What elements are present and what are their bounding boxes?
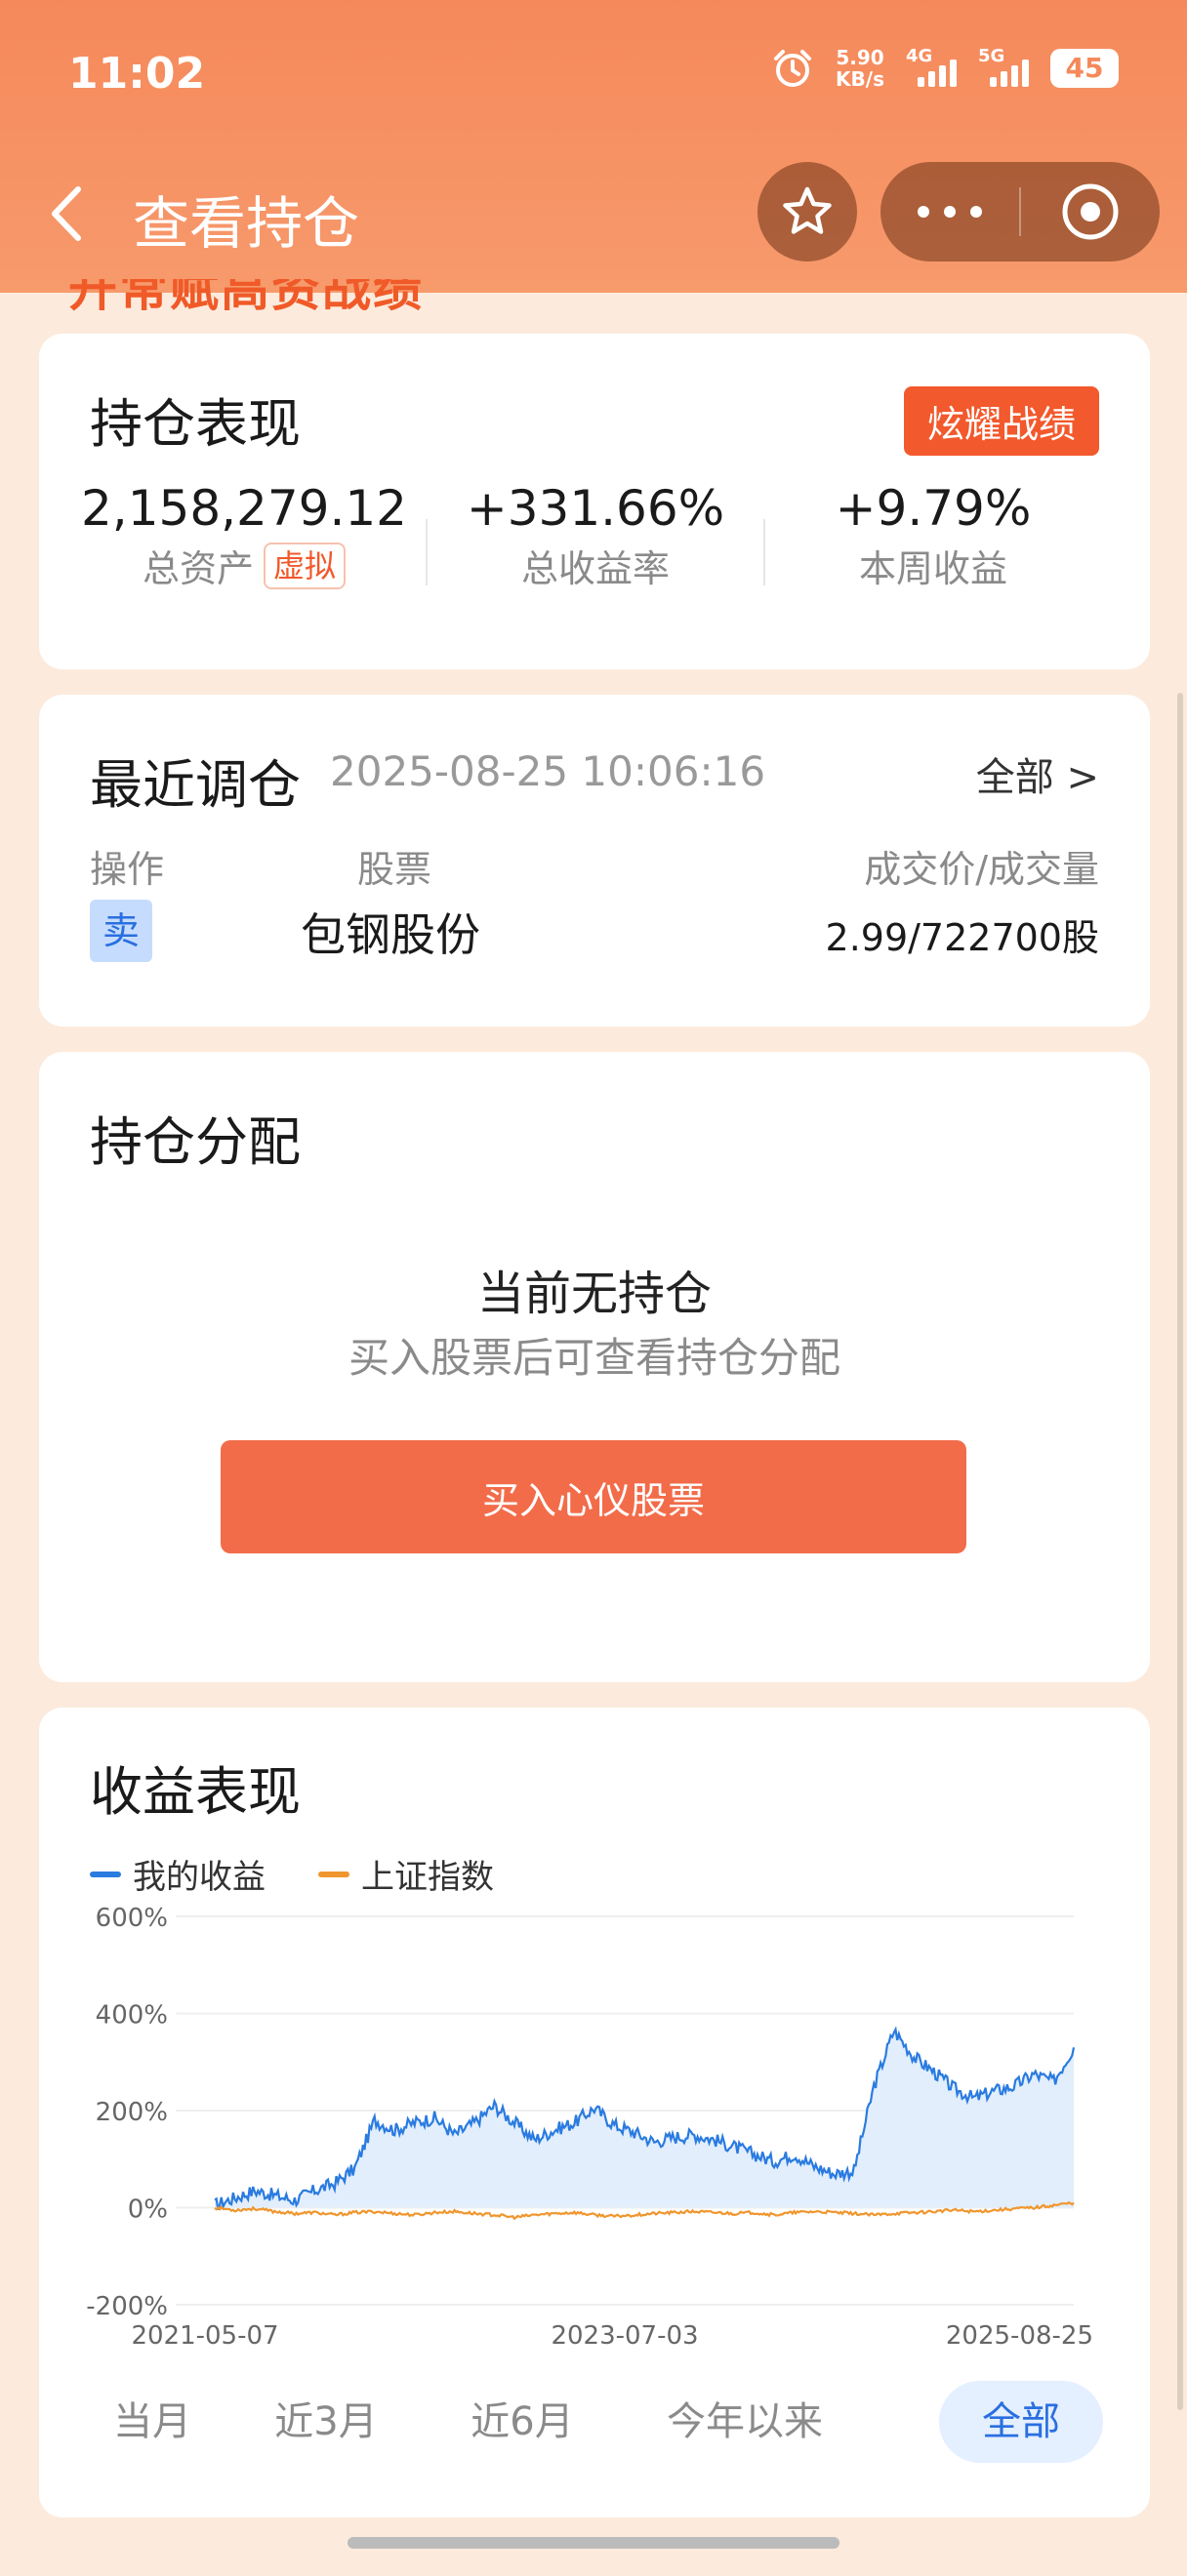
x-tick-label: 2023-07-03	[551, 2321, 698, 2351]
y-tick-label: 600%	[96, 1904, 168, 1933]
more-button[interactable]	[880, 162, 1019, 262]
empty-holdings-title: 当前无持仓	[476, 1267, 712, 1321]
nav-bar: 查看持仓	[0, 156, 1187, 273]
legend-index-label: 上证指数	[361, 1858, 494, 1897]
recent-trade-card: 最近调仓 2025-08-25 10:06:16 全部 > 操作 股票 成交价/…	[39, 695, 1150, 1026]
stat-divider	[426, 519, 428, 585]
virtual-tag: 虚拟	[264, 542, 347, 589]
stock-name[interactable]: 包钢股份	[301, 900, 480, 964]
total-return-label: 总收益率	[520, 547, 670, 590]
total-assets-value: 2,158,279.12	[81, 480, 407, 537]
performance-stats: 2,158,279.12 总资产 虚拟 +331.66% 总收益率 +9.79%…	[39, 480, 1150, 597]
earnings-title: 收益表现	[90, 1761, 301, 1823]
page-title: 查看持仓	[133, 190, 360, 257]
col-stock-header: 股票	[357, 848, 432, 891]
back-arrow-icon[interactable]	[43, 180, 92, 248]
legend-mine: 我的收益	[90, 1850, 266, 1898]
y-tick-label: 200%	[96, 2098, 168, 2127]
total-assets-label: 总资产	[142, 547, 254, 590]
total-assets-label-row: 总资产 虚拟	[78, 539, 410, 592]
week-return-stat: +9.79% 本周收益	[787, 480, 1080, 592]
earnings-card: 收益表现 我的收益 上证指数 600% 400% 200% 0% -200% 2021-0…	[39, 1708, 1150, 2517]
deal-price-volume: 2.99/722700股	[825, 916, 1099, 959]
legend-index: 上证指数	[318, 1850, 494, 1898]
home-indicator[interactable]	[348, 2537, 839, 2549]
tab-3[interactable]: 今年以来	[642, 2381, 847, 2463]
net2-label: 5G	[978, 46, 1005, 66]
sell-tag: 卖	[90, 900, 152, 962]
favorite-button[interactable]	[757, 162, 857, 262]
signal-5g-icon: 5G	[978, 46, 1029, 87]
total-return-value: +331.66%	[466, 480, 725, 537]
total-assets-stat: 2,158,279.12 总资产 虚拟	[78, 480, 410, 592]
allocation-title: 持仓分配	[90, 1111, 301, 1173]
status-bar: 11:02 5.90 KB/s 4G 5G 45	[0, 0, 1187, 146]
week-return-value: +9.79%	[835, 480, 1032, 537]
status-time: 11:02	[68, 49, 206, 99]
period-tabs: 当月 近3月 近6月 今年以来 全部	[39, 2371, 1150, 2469]
scroll-indicator	[1177, 693, 1183, 2410]
status-icons: 5.90 KB/s 4G 5G 45	[771, 46, 1119, 90]
alarm-icon	[774, 50, 812, 87]
signal-4g-icon: 4G	[906, 46, 957, 87]
trade-time: 2025-08-25 10:06:16	[330, 747, 766, 795]
chart-legend: 我的收益 上证指数	[90, 1850, 494, 1898]
stat-divider	[763, 519, 765, 585]
y-tick-label: 400%	[96, 2001, 168, 2031]
y-tick-label: -200%	[86, 2292, 168, 2321]
col-action-header: 操作	[90, 848, 165, 891]
total-return-stat: +331.66% 总收益率	[449, 480, 742, 592]
week-return-label: 本周收益	[858, 547, 1007, 590]
star-icon	[783, 186, 832, 234]
tab-0[interactable]: 当月	[90, 2381, 215, 2463]
col-price-header: 成交价/成交量	[864, 848, 1099, 891]
battery-icon: 45	[1050, 49, 1119, 88]
network-speed: 5.90 KB/s	[836, 47, 884, 90]
more-dots-icon	[918, 206, 982, 218]
legend-index-swatch	[318, 1871, 349, 1877]
recent-trade-title: 最近调仓	[90, 754, 301, 816]
x-tick-label: 2021-05-07	[131, 2321, 278, 2351]
show-off-button[interactable]: 炫耀战绩	[903, 386, 1099, 456]
speed-unit: KB/s	[836, 67, 884, 91]
performance-title: 持仓表现	[90, 393, 301, 455]
y-tick-label: 0%	[128, 2195, 168, 2225]
earnings-chart: 600% 400% 200% 0% -200%2021-05-07 2023-07-03 2…	[86, 1904, 1093, 2351]
tab-1[interactable]: 近3月	[260, 2381, 392, 2463]
close-miniprogram-button[interactable]	[1021, 162, 1160, 262]
target-icon	[1062, 183, 1119, 240]
tab-4[interactable]: 全部	[939, 2381, 1103, 2463]
holding-performance-card: 持仓表现 炫耀战绩 2,158,279.12 总资产 虚拟 +331.66% 总…	[39, 334, 1150, 669]
x-tick-label: 2025-08-25	[946, 2321, 1093, 2351]
net1-label: 4G	[906, 46, 933, 66]
view-all-link[interactable]: 全部 >	[976, 745, 1099, 802]
speed-value: 5.90	[836, 46, 884, 69]
mini-program-capsule	[880, 162, 1160, 262]
buy-stock-button[interactable]: 买入心仪股票	[221, 1440, 966, 1553]
banner-peek-text: 开常赋高资战绩	[68, 279, 424, 312]
legend-mine-swatch	[90, 1871, 121, 1877]
series-area-mine	[215, 2029, 1074, 2210]
tab-2[interactable]: 近6月	[449, 2381, 595, 2463]
legend-mine-label: 我的收益	[133, 1858, 266, 1897]
empty-holdings-subtitle: 买入股票后可查看持仓分配	[348, 1334, 840, 1382]
allocation-card: 持仓分配 当前无持仓 买入股票后可查看持仓分配 买入心仪股票	[39, 1052, 1150, 1682]
